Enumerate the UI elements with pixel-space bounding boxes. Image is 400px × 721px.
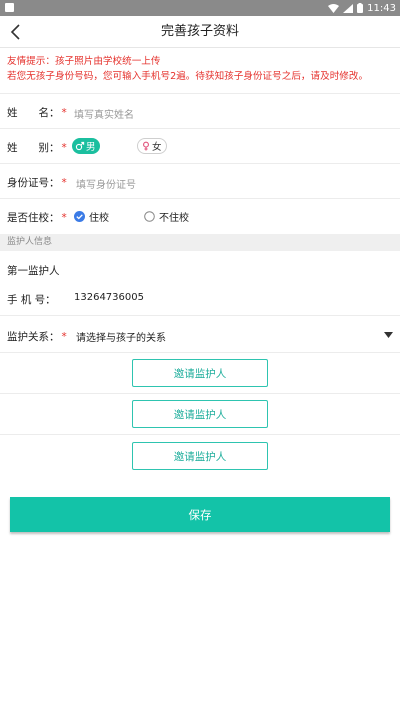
boarding-yes-label: 住校 (89, 213, 109, 224)
relation-row[interactable]: 监护关系： * 请选择与孩子的关系 (0, 316, 400, 353)
notice-line-2: 若您无孩子身份号码，您可输入手机号2遍。待获知孩子身份证号之后，请及时修改。 (7, 71, 369, 82)
boarding-no-radio[interactable]: 不住校 (144, 209, 189, 224)
invite-guardian-button-1[interactable]: 邀请监护人 (132, 359, 268, 387)
wifi-icon (328, 3, 340, 13)
invite-row-1: 邀请监护人 (0, 353, 400, 394)
name-row: 姓 名： * 填写真实姓名 (0, 94, 400, 129)
status-bar: 11:43 (0, 0, 400, 16)
invite-guardian-button-3[interactable]: 邀请监护人 (132, 442, 268, 470)
name-input[interactable]: 填写真实姓名 (74, 106, 134, 121)
checked-circle-icon (74, 211, 85, 222)
gender-female-label: 女 (152, 142, 162, 153)
signal-icon (343, 3, 354, 13)
notice-banner: 友情提示：孩子照片由学校统一上传 若您无孩子身份号码，您可输入手机号2遍。待获知… (0, 48, 400, 94)
id-card-row: 身份证号： * 填写身份证号 (0, 164, 400, 199)
gender-female-button[interactable]: 女 (137, 138, 167, 154)
boarding-label: 是否住校： * (7, 212, 67, 224)
relation-label: 监护关系： * (7, 331, 67, 343)
invite-row-2: 邀请监护人 (0, 394, 400, 435)
save-button[interactable]: 保存 (10, 497, 390, 532)
page-title: 完善孩子资料 (160, 24, 239, 39)
nav-bar: 完善孩子资料 (0, 16, 400, 48)
status-icons: 11:43 (328, 0, 396, 16)
invite-row-3: 邀请监护人 (0, 435, 400, 476)
boarding-no-label: 不住校 (159, 213, 189, 224)
female-symbol-icon (143, 141, 149, 151)
boarding-yes-radio[interactable]: 住校 (74, 209, 109, 224)
boarding-row: 是否住校： * 住校 不住校 (0, 199, 400, 234)
invite-guardian-button-2[interactable]: 邀请监护人 (132, 400, 268, 428)
unchecked-circle-icon (144, 211, 155, 222)
first-guardian-label: 第一监护人 (7, 265, 60, 277)
notification-icon (5, 3, 14, 12)
id-card-input[interactable]: 填写身份证号 (76, 176, 136, 191)
id-card-label: 身份证号： * (7, 177, 67, 189)
phone-label: 手 机 号： (7, 294, 56, 306)
battery-icon (357, 3, 364, 13)
gender-label: 姓 别： * (7, 142, 67, 154)
dropdown-arrow-icon[interactable] (384, 332, 393, 338)
notice-line-1: 友情提示：孩子照片由学校统一上传 (7, 56, 161, 67)
male-symbol-icon (75, 141, 85, 151)
name-label: 姓 名： * (7, 107, 67, 119)
guardian-section-header: 监护人信息 (0, 234, 400, 251)
phone-value: 13264736005 (74, 292, 144, 303)
gender-male-label: 男 (86, 142, 96, 153)
gender-male-button[interactable]: 男 (72, 138, 100, 154)
clock: 11:43 (367, 2, 396, 14)
relation-select[interactable]: 请选择与孩子的关系 (76, 329, 166, 344)
gender-row: 姓 别： * 男 女 (0, 129, 400, 164)
